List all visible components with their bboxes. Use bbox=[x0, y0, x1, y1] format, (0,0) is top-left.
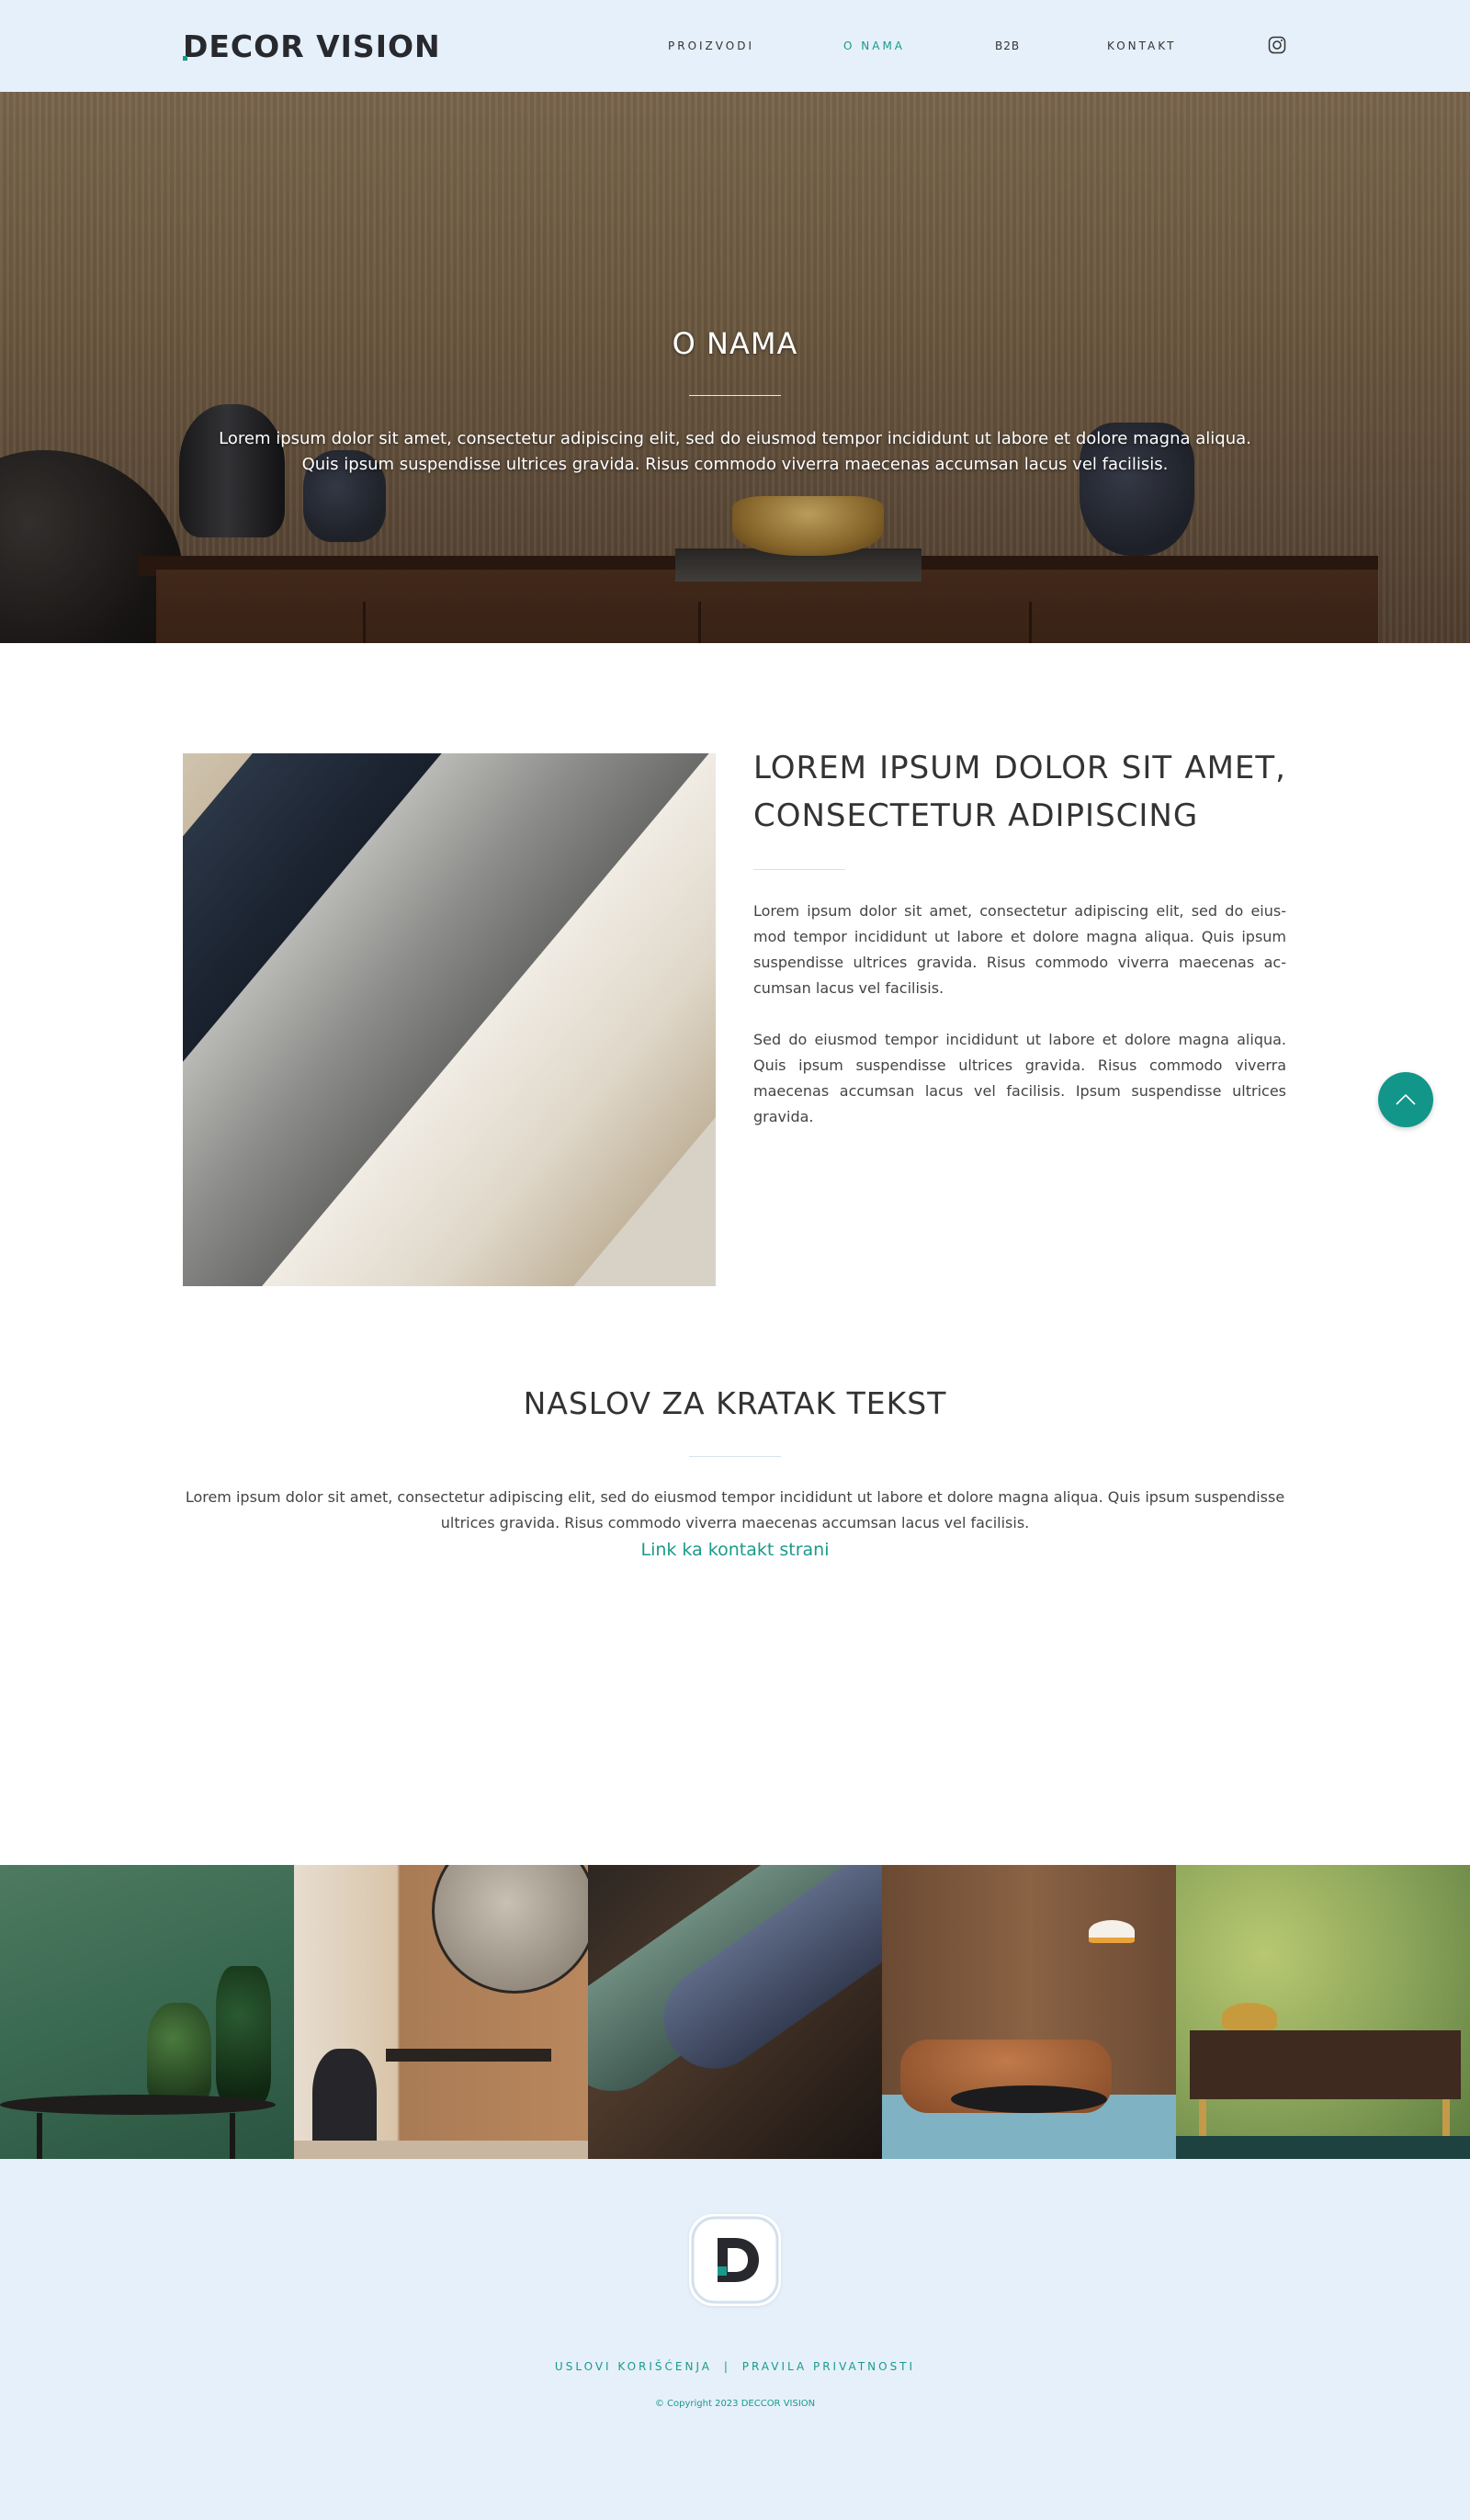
site-header: DECOR VISION PROIZVODI O NAMA B2B KONTAK… bbox=[0, 0, 1470, 92]
gallery-image-wallpaper-rolls[interactable] bbox=[588, 1865, 882, 2159]
short-text-body: Lorem ipsum dolor sit amet, consectetur … bbox=[185, 1488, 1285, 1531]
gallery-image-green-vases[interactable] bbox=[0, 1865, 294, 2159]
gallery-image-leather-sofa[interactable] bbox=[882, 1865, 1176, 2159]
about-divider bbox=[753, 869, 845, 870]
contact-page-link[interactable]: Link ka kontakt strani bbox=[0, 1540, 1470, 1560]
logo-mark-icon bbox=[691, 2216, 779, 2304]
privacy-link[interactable]: PRAVILA PRIVATNOSTI bbox=[742, 2360, 915, 2373]
main-nav: PROIZVODI O NAMA B2B KONTAKT bbox=[0, 0, 1470, 92]
short-text-heading: NASLOV ZA KRATAK TEKST bbox=[523, 1385, 947, 1421]
about-heading: LOREM IPSUM DOLOR SIT AMET, CONSECTETUR … bbox=[753, 750, 1286, 834]
hero-banner: O NAMA Lorem ipsum dolor sit amet, conse… bbox=[0, 92, 1470, 643]
about-paragraph: Sed do eiusmod tempor incididunt ut labo… bbox=[753, 1031, 1286, 1125]
hero-title: O NAMA bbox=[672, 326, 798, 361]
nav-item-proizvodi[interactable]: PROIZVODI bbox=[668, 40, 754, 52]
scroll-to-top-button[interactable] bbox=[1378, 1072, 1433, 1127]
chevron-up-icon bbox=[1396, 1093, 1416, 1105]
hero-text: Lorem ipsum dolor sit amet, consectetur … bbox=[219, 429, 1251, 474]
about-section: LOREM IPSUM DOLOR SIT AMET, CONSECTETUR … bbox=[0, 643, 1470, 1360]
gallery-image-console-mirror[interactable] bbox=[294, 1865, 588, 2159]
image-gallery bbox=[0, 1865, 1470, 2159]
instagram-icon[interactable] bbox=[1268, 36, 1286, 54]
gallery-image-botanical-wallpaper[interactable] bbox=[1176, 1865, 1470, 2159]
short-text-divider bbox=[689, 1456, 781, 1457]
hero-overlay bbox=[0, 92, 1470, 643]
footer-logo[interactable] bbox=[689, 2214, 781, 2306]
copyright-text: © Copyright 2023 DECCOR VISION bbox=[654, 2399, 816, 2409]
hero-divider bbox=[689, 395, 781, 396]
wallpaper-rolls-image bbox=[183, 753, 716, 1286]
site-footer: USLOVI KORIŠĆENJA | PRAVILA PRIVATNOSTI … bbox=[0, 2159, 1470, 2520]
terms-link[interactable]: USLOVI KORIŠĆENJA bbox=[555, 2360, 712, 2373]
nav-item-o-nama[interactable]: O NAMA bbox=[843, 40, 905, 52]
nav-item-b2b[interactable]: B2B bbox=[995, 40, 1020, 52]
footer-links: USLOVI KORIŠĆENJA | PRAVILA PRIVATNOSTI bbox=[0, 2360, 1470, 2373]
about-paragraph: Lorem ipsum dolor sit amet, consectetur … bbox=[753, 902, 1286, 997]
nav-item-kontakt[interactable]: KONTAKT bbox=[1107, 40, 1177, 52]
footer-link-separator: | bbox=[723, 2360, 730, 2373]
short-text-section: NASLOV ZA KRATAK TEKST Lorem ipsum dolor… bbox=[0, 1360, 1470, 1865]
